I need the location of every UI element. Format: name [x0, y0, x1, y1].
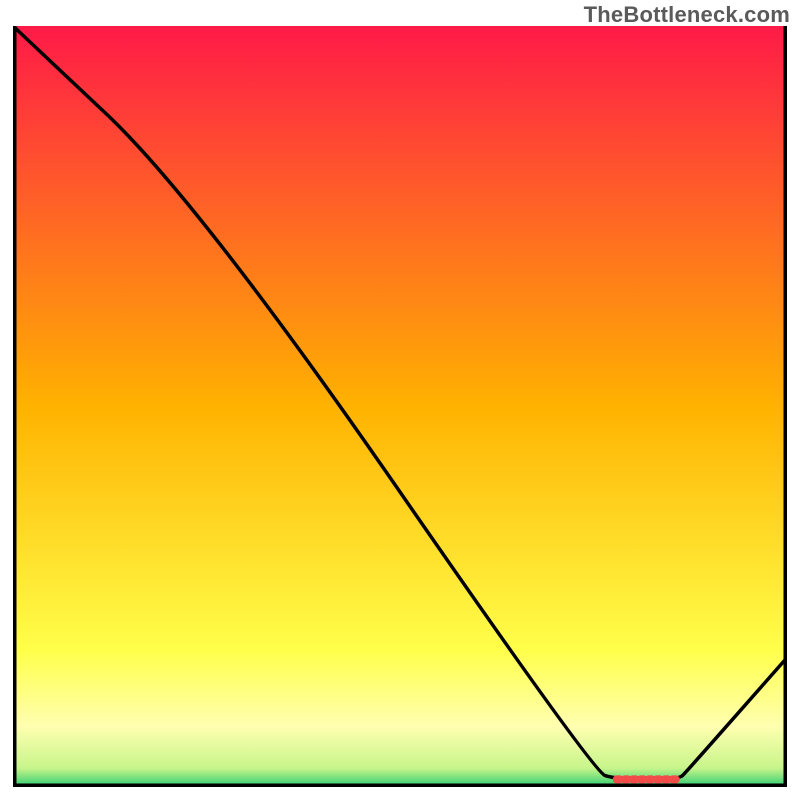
chart-stage: TheBottleneck.com [0, 0, 800, 800]
watermark-text: TheBottleneck.com [584, 2, 790, 28]
gradient-fill [13, 26, 787, 787]
chart-svg [13, 26, 787, 787]
plot-area [13, 26, 787, 787]
